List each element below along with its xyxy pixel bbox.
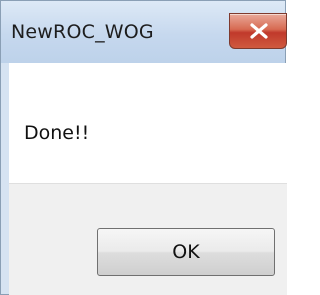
close-button[interactable] xyxy=(229,13,287,49)
message-dialog-window: NewROC_WOG Done!! OK xyxy=(0,0,287,295)
dialog-message: Done!! xyxy=(24,122,90,144)
dialog-content: Done!! xyxy=(9,63,287,183)
ok-button[interactable]: OK xyxy=(97,228,275,276)
window-title: NewROC_WOG xyxy=(11,21,154,43)
dialog-button-area: OK xyxy=(9,183,287,295)
close-icon xyxy=(250,23,268,39)
title-bar[interactable]: NewROC_WOG xyxy=(1,1,287,63)
